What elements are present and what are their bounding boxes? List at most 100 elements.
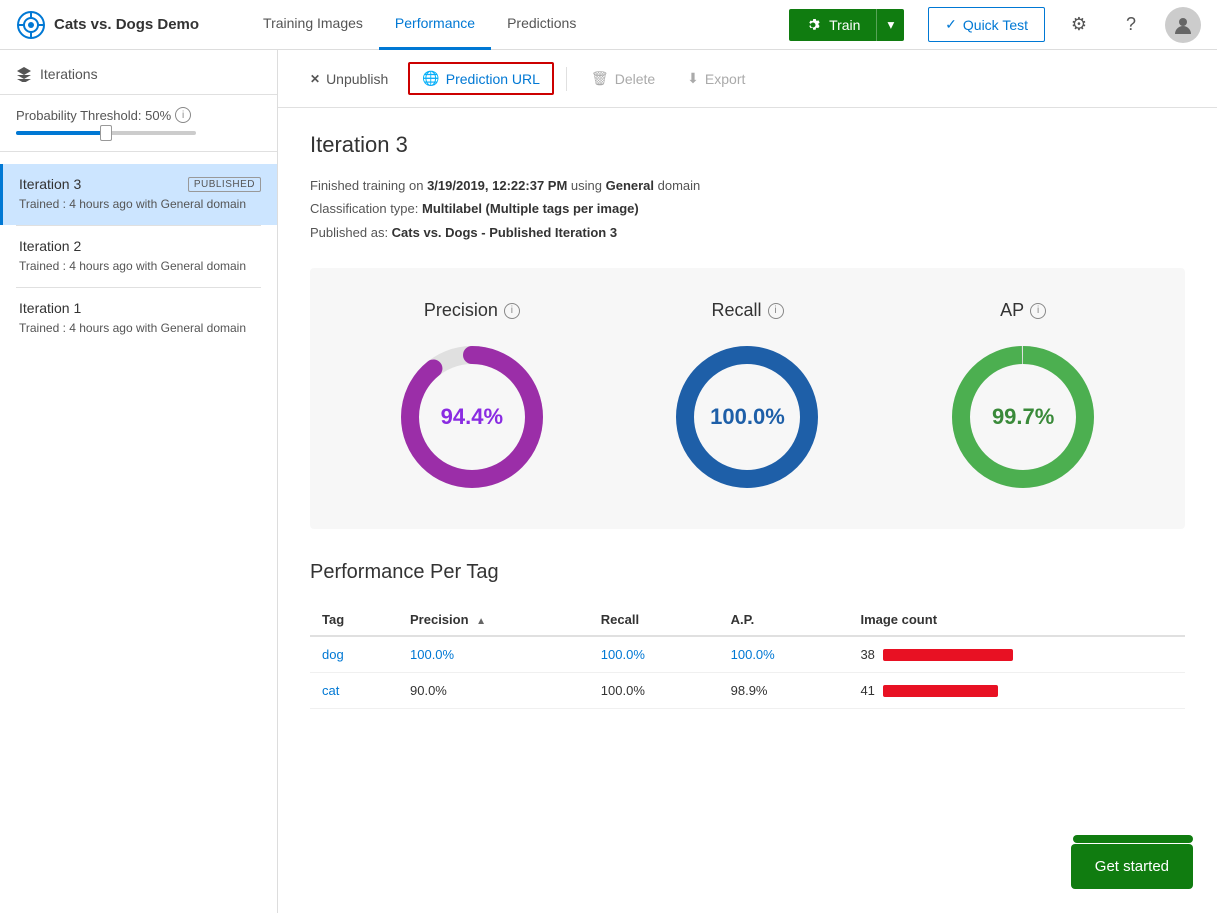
quick-test-label: Quick Test: [963, 17, 1028, 33]
logo-icon: [16, 10, 46, 40]
slider-thumb[interactable]: [100, 125, 112, 141]
iteration-2-name: Iteration 2: [19, 238, 81, 254]
train-button-group: Train ▾: [789, 9, 904, 41]
export-label: Export: [705, 71, 745, 87]
settings-icon[interactable]: ⚙: [1061, 7, 1097, 43]
iteration-item-1[interactable]: Iteration 1 Trained : 4 hours ago with G…: [0, 288, 277, 349]
toolbar: ✕ Unpublish 🌐 Prediction URL 🗑 Delete ⬇ …: [278, 50, 1217, 108]
unpublish-label: Unpublish: [326, 71, 388, 87]
app-title: Cats vs. Dogs Demo: [54, 16, 199, 33]
iteration-item-3[interactable]: Iteration 3 PUBLISHED Trained : 4 hours …: [0, 164, 277, 225]
quick-test-button[interactable]: ✓ Quick Test: [928, 7, 1045, 42]
dog-image-count: 38: [848, 636, 1185, 673]
nav-tabs: Training Images Performance Predictions: [247, 0, 592, 50]
train-button[interactable]: Train: [789, 9, 876, 41]
iteration-3-name: Iteration 3: [19, 176, 81, 192]
table-row: cat 90.0% 100.0% 98.9% 41: [310, 673, 1185, 709]
cat-precision: 90.0%: [398, 673, 589, 709]
iteration-info: Finished training on 3/19/2019, 12:22:37…: [310, 174, 1185, 244]
col-recall: Recall: [589, 604, 719, 636]
header: Cats vs. Dogs Demo Training Images Perfo…: [0, 0, 1217, 50]
gear-icon: [805, 17, 821, 33]
probability-section: Probability Threshold: 50% i: [0, 107, 277, 151]
main-content: ✕ Unpublish 🌐 Prediction URL 🗑 Delete ⬇ …: [278, 50, 1217, 913]
dog-bar-cell: 38: [860, 647, 1173, 662]
export-button[interactable]: ⬇ Export: [675, 64, 757, 93]
probability-label: Probability Threshold: 50% i: [16, 107, 261, 123]
ap-value: 99.7%: [992, 404, 1054, 430]
table-row: dog 100.0% 100.0% 100.0% 38: [310, 636, 1185, 673]
precision-metric: Precision i 94.4%: [392, 300, 552, 497]
get-started-button[interactable]: Get started: [1071, 844, 1193, 889]
sidebar-header: Iterations: [0, 66, 277, 94]
delete-button[interactable]: 🗑 Delete: [579, 64, 667, 93]
recall-label: Recall i: [711, 300, 783, 321]
globe-icon: 🌐: [422, 70, 439, 87]
avatar-icon: [1172, 14, 1194, 36]
tab-training-images[interactable]: Training Images: [247, 0, 379, 50]
header-row: Tag Precision ▲ Recall A.P. Image count: [310, 604, 1185, 636]
train-label: Train: [829, 17, 860, 33]
info-line-2: Classification type: Multilabel (Multipl…: [310, 197, 1185, 220]
precision-value: 94.4%: [441, 404, 503, 430]
recall-info-icon[interactable]: i: [768, 303, 784, 319]
iteration-3-header: Iteration 3 PUBLISHED: [19, 176, 261, 192]
col-precision[interactable]: Precision ▲: [398, 604, 589, 636]
ap-info-icon[interactable]: i: [1030, 303, 1046, 319]
cat-recall: 100.0%: [589, 673, 719, 709]
x-icon: ✕: [310, 72, 320, 86]
recall-donut: 100.0%: [667, 337, 827, 497]
performance-table: Tag Precision ▲ Recall A.P. Image count …: [310, 604, 1185, 709]
delete-icon: 🗑: [591, 70, 609, 87]
col-image-count: Image count: [848, 604, 1185, 636]
iteration-2-meta: Trained : 4 hours ago with General domai…: [19, 258, 261, 275]
cat-bar-cell: 41: [860, 683, 1173, 698]
precision-info-icon[interactable]: i: [504, 303, 520, 319]
dog-ap: 100.0%: [719, 636, 849, 673]
dog-recall: 100.0%: [589, 636, 719, 673]
content-area: Iteration 3 Finished training on 3/19/20…: [278, 108, 1217, 733]
tag-cat: cat: [310, 673, 398, 709]
dog-link[interactable]: dog: [322, 647, 344, 662]
unpublish-button[interactable]: ✕ Unpublish: [298, 65, 400, 93]
iteration-1-meta: Trained : 4 hours ago with General domai…: [19, 320, 261, 337]
recall-metric: Recall i 100.0%: [667, 300, 827, 497]
ap-label: AP i: [1000, 300, 1046, 321]
app-logo: Cats vs. Dogs Demo: [16, 10, 199, 40]
tab-performance[interactable]: Performance: [379, 0, 491, 50]
iteration-2-header: Iteration 2: [19, 238, 261, 254]
probability-slider[interactable]: [16, 131, 196, 135]
probability-info-icon[interactable]: i: [175, 107, 191, 123]
tab-predictions[interactable]: Predictions: [491, 0, 592, 50]
iterations-label: Iterations: [40, 66, 98, 82]
export-icon: ⬇: [687, 70, 699, 87]
green-indicator: [1073, 835, 1193, 843]
prediction-url-button[interactable]: 🌐 Prediction URL: [408, 62, 554, 95]
help-icon[interactable]: ?: [1113, 7, 1149, 43]
slider-container: [16, 131, 261, 135]
metrics-section: Precision i 94.4% Recall: [310, 268, 1185, 529]
sidebar-divider-2: [0, 151, 277, 152]
col-tag: Tag: [310, 604, 398, 636]
slider-fill: [16, 131, 106, 135]
table-body: dog 100.0% 100.0% 100.0% 38 cat: [310, 636, 1185, 709]
main-layout: Iterations Probability Threshold: 50% i …: [0, 50, 1217, 913]
sort-icon: ▲: [476, 616, 486, 627]
published-badge: PUBLISHED: [188, 177, 261, 192]
iteration-1-name: Iteration 1: [19, 300, 81, 316]
toolbar-separator: [566, 67, 567, 91]
perf-per-tag-title: Performance Per Tag: [310, 561, 1185, 584]
recall-value: 100.0%: [710, 404, 785, 430]
sidebar: Iterations Probability Threshold: 50% i …: [0, 50, 278, 913]
sidebar-divider: [0, 94, 277, 95]
iteration-item-2[interactable]: Iteration 2 Trained : 4 hours ago with G…: [0, 226, 277, 287]
checkmark-icon: ✓: [945, 16, 957, 33]
info-line-1: Finished training on 3/19/2019, 12:22:37…: [310, 174, 1185, 197]
precision-donut: 94.4%: [392, 337, 552, 497]
user-avatar[interactable]: [1165, 7, 1201, 43]
cat-link[interactable]: cat: [322, 683, 339, 698]
train-dropdown-button[interactable]: ▾: [876, 9, 904, 41]
layers-icon: [16, 66, 32, 82]
info-line-3: Published as: Cats vs. Dogs - Published …: [310, 221, 1185, 244]
iteration-3-meta: Trained : 4 hours ago with General domai…: [19, 196, 261, 213]
